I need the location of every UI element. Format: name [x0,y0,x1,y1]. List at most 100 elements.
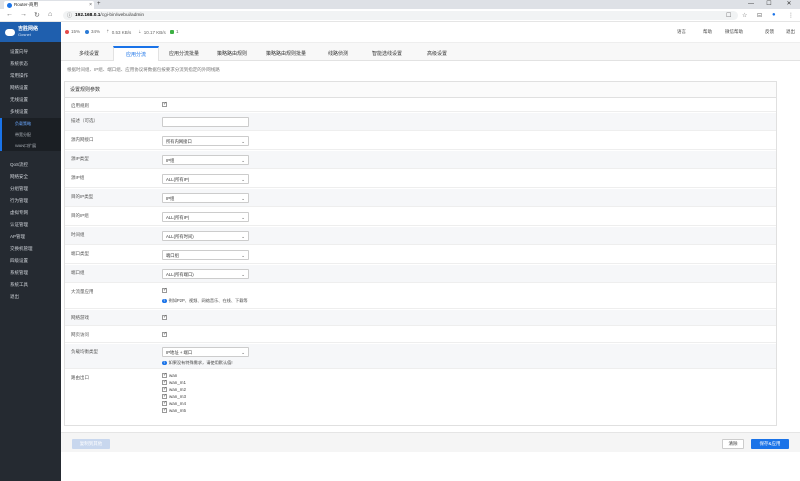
sidebar-item-qos[interactable]: QoS流控 [0,159,61,171]
sidebar-item-load-policy[interactable]: 负载策略 [2,118,61,129]
download-stat: ⇣ 10.17 KB/s [138,29,166,35]
wan-option[interactable]: wan_m1 [162,379,186,386]
tab-app-split[interactable]: 应用分流 [113,46,159,61]
star-icon[interactable]: ☆ [742,12,747,19]
description-input[interactable] [162,117,249,127]
profile-icon[interactable]: ● [772,12,776,18]
forward-button[interactable]: → [20,11,27,18]
sidebar-item-auth[interactable]: 认证管理 [0,219,61,231]
upload-stat: ⇡ 0.53 KB/s [106,29,132,35]
browser-tab[interactable]: Router-商用 × [4,1,94,9]
wan-checkbox[interactable] [162,407,167,414]
tab-multiline[interactable]: 多线设置 [65,46,113,61]
maximize-button[interactable]: ☐ [762,0,776,9]
sidebar-item-logout[interactable]: 退出 [0,291,61,303]
form-title: 设置规则参数 [65,82,776,98]
tab-policy-route-batch[interactable]: 策略路由规则批量 [256,46,316,61]
wan-checkbox[interactable] [162,393,167,400]
tab-app-split-batch[interactable]: 应用分流批量 [160,46,208,61]
wan-option[interactable]: wan_m4 [162,400,186,407]
rule-form: 设置规则参数 启用规则 描述（可选） 源内网接口 所有内网接口⌄ 源IP类型 I… [64,81,777,426]
clear-button[interactable]: 清除 [722,439,744,449]
menu-icon[interactable]: ⋮ [788,12,794,19]
sidebar-item-tools[interactable]: 系统工具 [0,279,61,291]
wan-option[interactable]: wan [162,372,177,379]
sidebar-item-security[interactable]: 网络安全 [0,171,61,183]
tab-advanced[interactable]: 高级设置 [414,46,460,61]
row-label: 网页访问 [71,332,89,337]
feedback-link[interactable]: 反馈 [765,29,774,35]
wan-checkbox[interactable] [162,379,167,386]
wan-checkbox[interactable] [162,372,167,379]
question-icon: ? [162,360,167,366]
wechat-help-link[interactable]: 微信帮助 [725,29,743,35]
time-group-select[interactable]: ALL(所有时间) ⌄ [162,231,249,241]
port-group-select[interactable]: ALL(所有端口) ⌄ [162,269,249,279]
close-icon[interactable]: × [89,2,92,8]
dst-ip-type-select[interactable]: IP组 ⌄ [162,193,249,203]
sidebar-item-bandwidth[interactable]: 带宽分配 [2,129,61,140]
logout-link[interactable]: 退出 [786,29,795,35]
row-label: 启用规则 [71,103,89,108]
sidebar-item-group[interactable]: 分组管理 [0,183,61,195]
sidebar-item-behavior[interactable]: 行为管理 [0,195,61,207]
heavy-app-checkbox[interactable] [162,287,167,293]
sidebar-item-level4[interactable]: 四级设置 [0,255,61,267]
dst-ip-group-select[interactable]: ALL(所有IP) ⌄ [162,212,249,222]
row-label: 源IP类型 [71,156,89,161]
save-apply-button[interactable]: 保存&应用 [751,439,789,449]
wan-checkbox[interactable] [162,400,167,407]
sidebar-menu: 设置向导 系统状态 常用操作 网络设置 无线设置 多线设置 负载策略 带宽分配 … [0,46,61,303]
home-button[interactable]: ⌂ [48,11,52,18]
favicon-icon [7,2,12,8]
language-menu[interactable]: 语言 [677,29,686,35]
chevron-down-icon: ⌄ [241,253,245,258]
port-type-select[interactable]: 端口组 ⌄ [162,250,249,260]
wan-option[interactable]: wan_m5 [162,407,186,414]
sidebar-item-system[interactable]: 系统管理 [0,267,61,279]
tab-line-detect[interactable]: 线路侦测 [316,46,360,61]
wan-option[interactable]: wan_m2 [162,386,186,393]
upload-icon: ⇡ [106,29,110,34]
sidebar-item-vpn[interactable]: 虚拟专网 [0,207,61,219]
cpu-icon [65,29,69,34]
reload-button[interactable]: ↻ [34,11,40,19]
extensions-icon[interactable]: ⊟ [757,12,762,19]
sidebar-item-multiline[interactable]: 多线设置 [0,106,61,118]
wan-option[interactable]: wan_m3 [162,393,186,400]
help-link[interactable]: 帮助 [703,29,712,35]
copy-to-other-button[interactable]: 复制到其他 [72,439,110,449]
sidebar-item-switch[interactable]: 交换机管理 [0,243,61,255]
enable-checkbox[interactable] [162,101,167,107]
chevron-down-icon: ⌄ [241,139,245,144]
tab-smart-select[interactable]: 智能选线设置 [360,46,414,61]
src-iface-select[interactable]: 所有内网接口 ⌄ [162,136,249,146]
game-checkbox[interactable] [162,314,167,320]
chevron-down-icon: ⌄ [241,177,245,182]
sidebar-item-wizard[interactable]: 设置向导 [0,46,61,58]
sidebar-item-network[interactable]: 网络设置 [0,82,61,94]
page-description: 根据时间组、IP组、端口组、应用协议将数据包按要求分流到指定的外网线路 [67,67,220,72]
sidebar-item-status[interactable]: 系统状态 [0,58,61,70]
reader-icon[interactable]: ☐ [726,12,731,19]
question-icon: ? [162,298,167,304]
wan-checkbox[interactable] [162,386,167,393]
address-bar[interactable]: ⓘ 192.168.0.1/cgi-bin/webui/admin [63,11,738,20]
window-close-button[interactable]: ✕ [782,0,796,9]
info-icon[interactable]: ⓘ [67,12,72,19]
sidebar-item-ap[interactable]: AP管理 [0,231,61,243]
sidebar-item-wireless[interactable]: 无线设置 [0,94,61,106]
address-url: 192.168.0.1/cgi-bin/webui/admin [75,13,145,18]
sidebar-item-wan-expand[interactable]: WAN口扩展 [2,140,61,151]
minimize-button[interactable]: — [744,0,758,9]
logo: 吉胜网络 Gosnet [0,22,61,42]
back-button[interactable]: ← [6,11,13,18]
new-tab-button[interactable]: + [97,1,101,7]
row-port-type: 端口类型 端口组 ⌄ [65,246,776,264]
web-checkbox[interactable] [162,331,167,337]
src-ip-type-select[interactable]: IP组 ⌄ [162,155,249,165]
src-ip-group-select[interactable]: ALL(所有IP) ⌄ [162,174,249,184]
tab-policy-route[interactable]: 策略路由规则 [208,46,256,61]
lb-type-select[interactable]: IP地址 + 端口 ⌄ [162,347,249,357]
sidebar-item-common[interactable]: 常用操作 [0,70,61,82]
